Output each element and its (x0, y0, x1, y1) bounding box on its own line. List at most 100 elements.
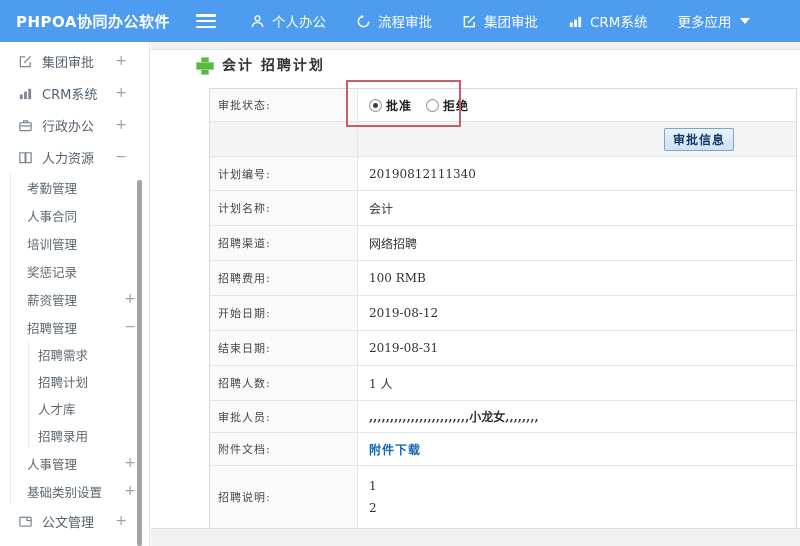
field-value: ,,,,,,,,,,,,,,,,,,,,,,,,小龙女,,,,,,,, (369, 410, 539, 424)
sidebar: 集团审批 + CRM系统 + 行政办公 + 人力资源 − 考勤管理 人事合同 培… (0, 42, 150, 546)
field-label: 招聘渠道: (210, 226, 358, 260)
sidebar-scrollbar[interactable] (137, 180, 142, 546)
sidebar-item-crm-system[interactable]: CRM系统 + (0, 77, 149, 109)
nav-item-label: 流程审批 (378, 15, 432, 31)
expand-plus-icon[interactable]: + (115, 53, 127, 69)
plus-icon (196, 57, 214, 75)
sidebar-item-talent-pool[interactable]: 人才库 (29, 395, 149, 422)
table-row-approvers: 审批人员: ,,,,,,,,,,,,,,,,,,,,,,,,小龙女,,,,,,,… (210, 401, 796, 433)
field-label: 招聘费用: (210, 261, 358, 295)
sidebar-item-label: 招聘录用 (38, 429, 89, 444)
attachment-download-link[interactable]: 附件下载 (369, 441, 421, 458)
table-row-plan-name: 计划名称: 会计 (210, 191, 796, 226)
table-row-start-date: 开始日期: 2019-08-12 (210, 296, 796, 331)
edit-icon (18, 54, 33, 69)
sidebar-item-group-approval[interactable]: 集团审批 + (0, 45, 149, 77)
nav-item-group-approval[interactable]: 集团审批 (462, 11, 538, 31)
sidebar-item-recruit-mgmt[interactable]: 招聘管理 − (11, 313, 149, 341)
field-label: 结束日期: (210, 331, 358, 365)
sidebar-item-base-category-settings[interactable]: 基础类别设置 + (11, 477, 149, 505)
table-row-recruit-cost: 招聘费用: 100 RMB (210, 261, 796, 296)
field-value: 2019-08-12 (369, 306, 439, 320)
briefcase-icon (18, 118, 33, 133)
radio-reject[interactable]: 拒绝 (426, 97, 469, 114)
sidebar-item-label: 基础类别设置 (27, 484, 103, 500)
sidebar-item-official-doc-mgmt[interactable]: 公文管理 + (0, 505, 149, 537)
bar-chart-icon (568, 14, 583, 29)
user-icon (250, 14, 265, 29)
sidebar-item-label: 行政办公 (42, 119, 95, 135)
radio-label: 批准 (386, 98, 413, 113)
bar-chart-icon (18, 86, 33, 101)
radio-selected-icon[interactable] (369, 98, 382, 112)
document-icon (18, 514, 33, 529)
recruit-submenu: 招聘需求 招聘计划 人才库 招聘录用 (28, 341, 149, 449)
nav-item-label: 个人办公 (272, 15, 326, 31)
caret-down-icon (740, 18, 751, 24)
sidebar-item-recruit-demand[interactable]: 招聘需求 (29, 341, 149, 368)
nav-item-more-apps[interactable]: 更多应用 (677, 11, 751, 31)
approval-radio-group: 批准 拒绝 (369, 97, 469, 114)
field-value: 批准 拒绝 (358, 89, 796, 121)
sidebar-item-label: 集团审批 (42, 55, 95, 71)
sidebar-item-label: 薪资管理 (27, 292, 78, 308)
expand-plus-icon[interactable]: + (115, 513, 127, 529)
sidebar-item-recruit-plan[interactable]: 招聘计划 (29, 368, 149, 395)
field-label: 计划编号: (210, 157, 358, 190)
app-logo: PHPOA协同办公软件 (16, 12, 170, 31)
sidebar-item-label: 人力资源 (42, 151, 95, 167)
field-value: 2019-08-31 (369, 341, 439, 355)
detail-table: 审批状态: 批准 拒绝 审批信息 计划编号: 20190812111340 计划… (209, 88, 797, 529)
expand-plus-icon[interactable]: + (115, 117, 127, 133)
table-row-end-date: 结束日期: 2019-08-31 (210, 331, 796, 366)
hamburger-menu-icon[interactable] (196, 14, 216, 28)
sidebar-item-training-mgmt[interactable]: 培训管理 (11, 229, 149, 257)
sidebar-item-label: 培训管理 (27, 236, 78, 252)
expand-plus-icon[interactable]: + (124, 455, 136, 471)
bottom-background (151, 528, 800, 546)
table-row-attachment: 附件文档: 附件下载 (210, 433, 796, 466)
table-row-headcount: 招聘人数: 1 人 (210, 366, 796, 401)
nav-item-personal-office[interactable]: 个人办公 (250, 11, 326, 31)
sidebar-item-human-resources[interactable]: 人力资源 − (0, 141, 149, 173)
sidebar-item-personnel-mgmt[interactable]: 人事管理 + (11, 449, 149, 477)
sidebar-item-label: CRM系统 (42, 87, 98, 103)
radio-label: 拒绝 (443, 98, 470, 113)
sidebar-item-vehicle-mgmt[interactable]: 用车管理 + (0, 537, 149, 546)
collapse-minus-icon[interactable]: − (115, 149, 127, 165)
collapse-minus-icon[interactable]: − (124, 319, 136, 335)
sidebar-item-attendance-mgmt[interactable]: 考勤管理 (11, 173, 149, 201)
sidebar-item-label: 人事合同 (27, 208, 78, 224)
sidebar-item-salary-mgmt[interactable]: 薪资管理 + (11, 285, 149, 313)
field-label: 开始日期: (210, 296, 358, 330)
radio-unselected-icon[interactable] (426, 98, 440, 112)
expand-plus-icon[interactable]: + (115, 85, 127, 101)
table-row-description: 招聘说明: 1 2 (210, 466, 796, 528)
field-label: 审批状态: (210, 89, 358, 121)
book-icon (18, 150, 33, 165)
sidebar-item-recruit-hire[interactable]: 招聘录用 (29, 422, 149, 449)
nav-item-crm-system[interactable]: CRM系统 (568, 11, 647, 31)
approve-info-button[interactable]: 审批信息 (663, 127, 734, 151)
top-divider-band (151, 42, 800, 50)
sidebar-item-label: 人事管理 (27, 456, 78, 472)
radio-approve[interactable]: 批准 (369, 97, 412, 114)
field-label: 招聘说明: (210, 466, 358, 528)
sidebar-item-reward-punishment[interactable]: 奖惩记录 (11, 257, 149, 285)
top-nav-menu: 个人办公 流程审批 集团审批 CRM系统 更多应用 (250, 11, 751, 31)
sidebar-item-label: 招聘管理 (27, 320, 78, 336)
nav-item-process-approval[interactable]: 流程审批 (356, 11, 432, 31)
nav-item-label: CRM系统 (590, 15, 648, 31)
expand-plus-icon[interactable]: + (124, 291, 136, 307)
table-row-approve-button: 审批信息 (210, 122, 796, 157)
field-label: 附件文档: (210, 433, 358, 465)
field-label (210, 122, 358, 156)
expand-plus-icon[interactable]: + (124, 483, 136, 499)
edit-icon (462, 14, 477, 29)
main-content: 会计 招聘计划 审批状态: 批准 拒绝 审批信息 计划编号: 201908121… (151, 42, 800, 546)
sidebar-item-admin-office[interactable]: 行政办公 + (0, 109, 149, 141)
table-row-plan-number: 计划编号: 20190812111340 (210, 157, 796, 191)
description-line: 2 (369, 501, 377, 515)
sidebar-item-personnel-contract[interactable]: 人事合同 (11, 201, 149, 229)
top-navigation-bar: PHPOA协同办公软件 个人办公 流程审批 集团审批 CRM系统 更多应用 (0, 0, 800, 42)
